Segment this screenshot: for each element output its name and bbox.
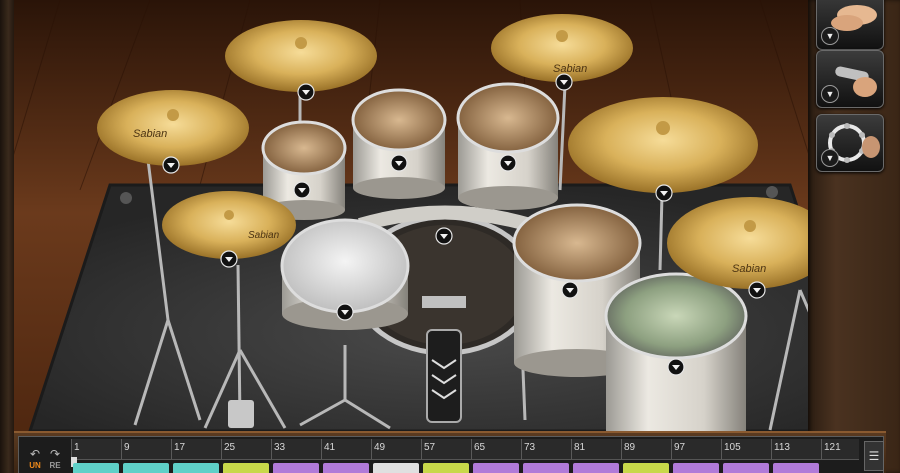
bar-number: 113	[774, 442, 790, 453]
bar-number: 65	[474, 442, 486, 453]
bar-number: 57	[424, 442, 436, 453]
song-clip[interactable]	[473, 463, 519, 473]
song-clip[interactable]	[623, 463, 669, 473]
cymbal-crash-left[interactable]: Sabian	[97, 90, 249, 166]
song-clip[interactable]	[123, 463, 169, 473]
percussion-slot-shaker[interactable]: ▼	[816, 50, 884, 108]
bar-number: 33	[274, 442, 286, 453]
tom-2[interactable]	[351, 88, 447, 199]
redo-button[interactable]: ↷ RE	[45, 447, 65, 473]
tom-3[interactable]	[456, 82, 560, 210]
song-clip[interactable]	[673, 463, 719, 473]
percussion-slot-tambourine[interactable]: ▼	[816, 114, 884, 172]
song-clip[interactable]	[723, 463, 769, 473]
bar-number: 73	[524, 442, 536, 453]
bar-ruler[interactable]: 1 9 17 25 33 41 49 57 65 73 81 89 97 105…	[71, 439, 859, 460]
bar-number: 17	[174, 442, 186, 453]
song-clip[interactable]	[323, 463, 369, 473]
percussion-panel: ▼ ▼ ▼	[808, 0, 900, 473]
floor-tom-2[interactable]	[604, 272, 748, 431]
cymbal-brand-text: Sabian	[248, 230, 280, 241]
redo-icon: ↷	[49, 447, 61, 461]
song-clip[interactable]	[523, 463, 569, 473]
song-clip[interactable]	[373, 463, 419, 473]
bar-number: 1	[74, 442, 80, 453]
undo-button[interactable]: ↶ UN	[25, 447, 45, 473]
cymbal-brand-text: Sabian	[732, 263, 766, 275]
bar-number: 49	[374, 442, 386, 453]
cymbal-china[interactable]	[568, 97, 758, 193]
timeline-track: ↶ UN ↷ RE 1 9 17 25 33 41 49 57 65 73 81…	[18, 436, 884, 473]
bar-number: 121	[824, 442, 841, 453]
song-track-clips	[71, 463, 859, 473]
timeline-bar: ↶ UN ↷ RE 1 9 17 25 33 41 49 57 65 73 81…	[14, 431, 886, 473]
percussion-menu-button[interactable]: ▼	[821, 149, 839, 167]
bar-number: 105	[724, 442, 741, 453]
drum-kit: Sabian Sabian Sabian Sabian	[97, 14, 808, 431]
cymbal-ride-top[interactable]: Sabian	[491, 14, 633, 82]
bar-number: 9	[124, 442, 130, 453]
bar-number: 89	[624, 442, 636, 453]
bar-number: 97	[674, 442, 686, 453]
percussion-menu-button[interactable]: ▼	[821, 27, 839, 45]
bar-number: 81	[574, 442, 586, 453]
percussion-menu-button[interactable]: ▼	[821, 85, 839, 103]
timeline-menu-button[interactable]: ☰	[864, 441, 884, 471]
redo-label: RE	[49, 461, 61, 470]
cymbal-crash-center[interactable]	[225, 20, 377, 92]
bar-number: 41	[324, 442, 336, 453]
song-clip[interactable]	[73, 463, 119, 473]
cymbal-hihat[interactable]: Sabian	[162, 191, 296, 259]
percussion-slot-hand-clap[interactable]: ▼	[816, 0, 884, 50]
drum-editor-stage: Sabian Sabian Sabian Sabian ▼ ▼ ▼ ↶ UN ↷…	[0, 0, 900, 473]
song-clip[interactable]	[273, 463, 319, 473]
cymbal-brand-text: Sabian	[553, 63, 587, 75]
song-clip[interactable]	[223, 463, 269, 473]
song-clip[interactable]	[773, 463, 819, 473]
undo-icon: ↶	[29, 447, 41, 461]
song-clip[interactable]	[173, 463, 219, 473]
undo-label: UN	[29, 461, 41, 470]
cymbal-brand-text: Sabian	[133, 128, 167, 140]
song-clip[interactable]	[423, 463, 469, 473]
left-frame	[0, 0, 14, 473]
menu-icon: ☰	[868, 449, 880, 463]
bar-number: 25	[224, 442, 236, 453]
song-clip[interactable]	[573, 463, 619, 473]
